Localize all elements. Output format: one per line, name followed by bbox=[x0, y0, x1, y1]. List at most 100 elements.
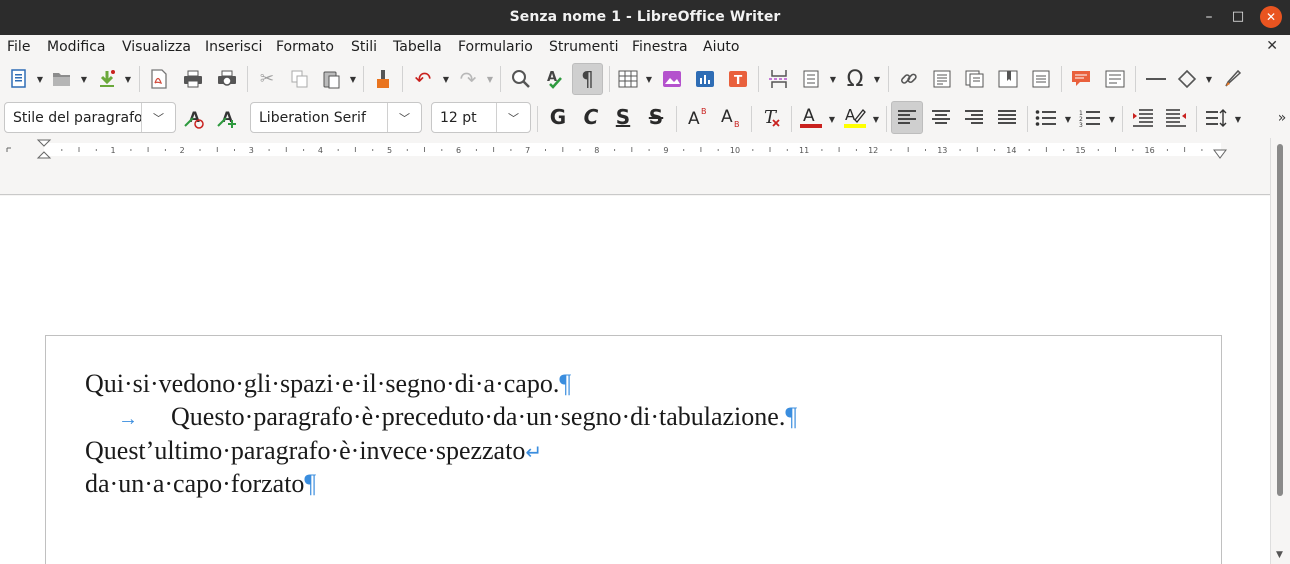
ruler-number: 9 bbox=[663, 146, 668, 155]
font-color-icon[interactable]: A bbox=[796, 103, 826, 131]
basic-shapes-icon[interactable] bbox=[1173, 65, 1201, 93]
menu-finestra[interactable]: Finestra bbox=[632, 39, 688, 55]
chevron-down-icon[interactable]: ▼ bbox=[485, 75, 495, 84]
scrollbar-thumb[interactable] bbox=[1277, 144, 1283, 496]
menu-modifica[interactable]: Modifica bbox=[47, 39, 106, 55]
ruler-tick bbox=[976, 147, 978, 152]
chevron-down-icon[interactable]: ▼ bbox=[1063, 115, 1073, 124]
italic-icon[interactable]: C bbox=[576, 103, 606, 131]
menu-stili[interactable]: Stili bbox=[351, 39, 377, 55]
chevron-down-icon[interactable]: ▼ bbox=[123, 75, 133, 84]
document-line-4[interactable]: da·un·a·capo·forzato¶ bbox=[46, 439, 316, 529]
minimize-button[interactable]: – bbox=[1198, 6, 1220, 28]
superscript-icon[interactable]: AB bbox=[683, 103, 713, 131]
menu-formato[interactable]: Formato bbox=[276, 39, 334, 55]
increase-indent-icon[interactable] bbox=[1129, 104, 1157, 132]
bullet-list-icon[interactable] bbox=[1032, 104, 1060, 132]
chevron-down-icon[interactable]: ▼ bbox=[441, 75, 451, 84]
menu-visualizza[interactable]: Visualizza bbox=[122, 39, 191, 55]
highlight-color-icon[interactable]: A bbox=[840, 103, 870, 131]
font-size-combo[interactable]: 12 pt ﹀ bbox=[431, 102, 531, 133]
new-style-icon[interactable]: A bbox=[213, 104, 241, 132]
track-changes-icon[interactable] bbox=[1101, 65, 1129, 93]
clone-formatting-icon[interactable] bbox=[369, 65, 397, 93]
chevron-down-icon[interactable]: ▼ bbox=[1107, 115, 1117, 124]
chevron-down-icon[interactable]: ▼ bbox=[871, 115, 881, 124]
paste-icon[interactable] bbox=[318, 65, 346, 93]
special-character-icon[interactable]: Ω bbox=[841, 65, 869, 93]
menu-tabella[interactable]: Tabella bbox=[393, 39, 442, 55]
find-replace-icon[interactable] bbox=[507, 65, 535, 93]
chevron-down-icon[interactable]: ﹀ bbox=[387, 103, 421, 132]
footnote-icon[interactable] bbox=[928, 65, 956, 93]
endnote-icon[interactable] bbox=[961, 65, 989, 93]
update-style-icon[interactable]: A bbox=[180, 104, 208, 132]
decrease-indent-icon[interactable] bbox=[1162, 104, 1190, 132]
subscript-icon[interactable]: AB bbox=[716, 103, 746, 131]
align-right-button[interactable] bbox=[960, 104, 988, 132]
maximize-button[interactable]: □ bbox=[1227, 6, 1249, 28]
save-icon[interactable] bbox=[93, 65, 121, 93]
numbered-list-icon[interactable]: 123 bbox=[1076, 104, 1104, 132]
open-folder-icon[interactable] bbox=[48, 65, 76, 93]
copy-icon[interactable] bbox=[286, 65, 314, 93]
align-left-button[interactable] bbox=[891, 101, 923, 134]
chevron-down-icon[interactable]: ▼ bbox=[1204, 75, 1214, 84]
menu-aiuto[interactable]: Aiuto bbox=[703, 39, 739, 55]
insert-page-break-icon[interactable] bbox=[765, 65, 793, 93]
scroll-down-arrow-icon[interactable]: ▼ bbox=[1276, 550, 1283, 560]
menu-strumenti[interactable]: Strumenti bbox=[549, 39, 619, 55]
undo-icon[interactable]: ↶ bbox=[409, 65, 437, 93]
line-spacing-icon[interactable] bbox=[1202, 104, 1230, 132]
close-document-button[interactable]: ✕ bbox=[1266, 38, 1278, 54]
chevron-down-icon[interactable]: ﹀ bbox=[496, 103, 530, 132]
hyperlink-icon[interactable] bbox=[895, 65, 923, 93]
close-window-button[interactable]: ✕ bbox=[1260, 6, 1282, 28]
justify-button[interactable] bbox=[993, 104, 1021, 132]
ruler-number: 11 bbox=[799, 146, 809, 155]
export-pdf-icon[interactable] bbox=[145, 65, 173, 93]
insert-table-icon[interactable] bbox=[614, 65, 642, 93]
menu-inserisci[interactable]: Inserisci bbox=[205, 39, 262, 55]
menu-file[interactable]: File bbox=[7, 39, 30, 55]
document-canvas[interactable]: Qui·si·vedono·gli·spazi·e·il·segno·di·a·… bbox=[0, 196, 1270, 564]
chevron-down-icon[interactable]: ▼ bbox=[644, 75, 654, 84]
chevron-down-icon[interactable]: ▼ bbox=[348, 75, 358, 84]
more-options-icon[interactable]: » bbox=[1268, 104, 1290, 132]
vertical-scrollbar[interactable]: ▼ bbox=[1270, 138, 1290, 564]
print-preview-icon[interactable] bbox=[213, 65, 241, 93]
insert-line-icon[interactable] bbox=[1142, 65, 1170, 93]
align-center-button[interactable] bbox=[927, 104, 955, 132]
font-name-combo[interactable]: Liberation Serif ﹀ bbox=[250, 102, 422, 133]
chevron-down-icon[interactable]: ▼ bbox=[1233, 115, 1243, 124]
horizontal-ruler[interactable]: 1 2 3 4 5 6 7 8 9 10 11 12 13 14 15 16 bbox=[0, 138, 1272, 195]
cross-reference-icon[interactable] bbox=[1027, 65, 1055, 93]
clear-formatting-icon[interactable]: T bbox=[757, 103, 787, 131]
insert-field-icon[interactable] bbox=[798, 65, 826, 93]
strikethrough-icon[interactable]: S bbox=[641, 103, 671, 131]
new-document-icon[interactable] bbox=[5, 65, 33, 93]
underline-icon[interactable]: S bbox=[608, 103, 638, 131]
paragraph-style-combo[interactable]: Stile del paragrafo ﹀ bbox=[4, 102, 176, 133]
insert-chart-icon[interactable] bbox=[691, 65, 719, 93]
menu-formulario[interactable]: Formulario bbox=[458, 39, 533, 55]
chevron-down-icon[interactable]: ▼ bbox=[35, 75, 45, 84]
insert-image-icon[interactable] bbox=[658, 65, 686, 93]
bookmark-icon[interactable] bbox=[994, 65, 1022, 93]
draw-functions-icon[interactable] bbox=[1219, 65, 1247, 93]
formatting-marks-toggle[interactable]: ¶ bbox=[572, 63, 603, 95]
libreoffice-writer-window: Senza nome 1 - LibreOffice Writer – □ ✕ … bbox=[0, 0, 1290, 564]
spelling-icon[interactable]: A bbox=[541, 65, 569, 93]
chevron-down-icon[interactable]: ﹀ bbox=[141, 103, 175, 132]
chevron-down-icon[interactable]: ▼ bbox=[828, 75, 838, 84]
paragraph-mark: ¶ bbox=[785, 402, 798, 431]
chevron-down-icon[interactable]: ▼ bbox=[872, 75, 882, 84]
chevron-down-icon[interactable]: ▼ bbox=[827, 115, 837, 124]
chevron-down-icon[interactable]: ▼ bbox=[79, 75, 89, 84]
bold-icon[interactable]: G bbox=[543, 103, 573, 131]
redo-icon[interactable]: ↷ bbox=[454, 65, 482, 93]
cut-icon[interactable]: ✂ bbox=[253, 65, 281, 93]
insert-comment-icon[interactable] bbox=[1067, 65, 1095, 93]
insert-text-box-icon[interactable]: T bbox=[724, 65, 752, 93]
print-icon[interactable] bbox=[179, 65, 207, 93]
